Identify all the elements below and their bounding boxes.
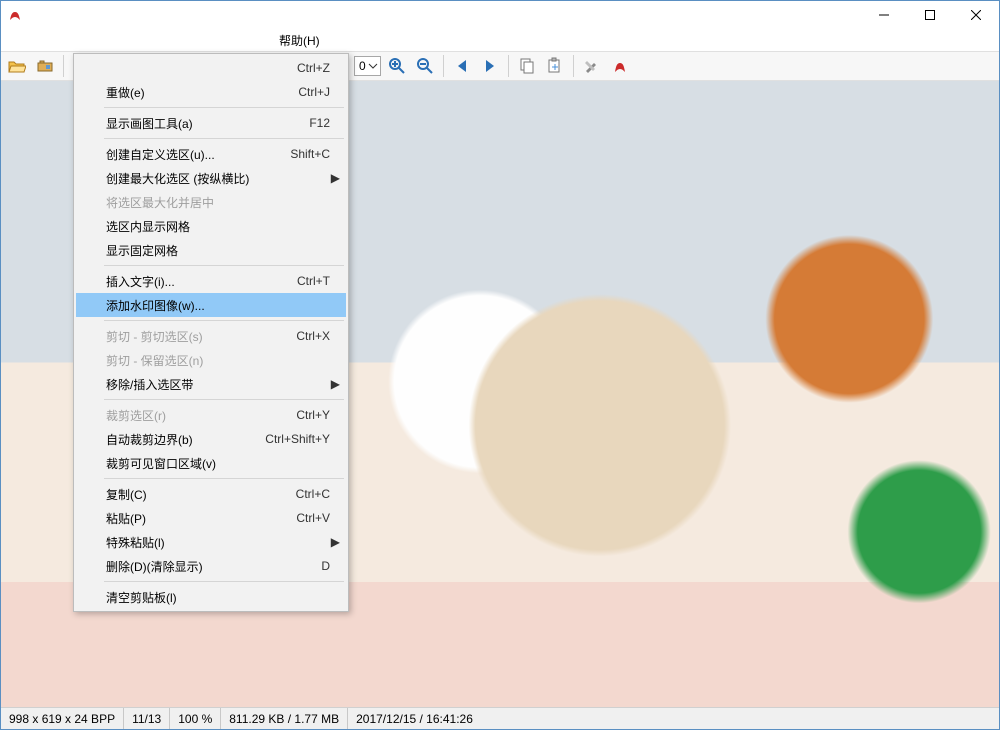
menu-item[interactable]: 选区内显示网格: [76, 214, 346, 238]
menu-item: 将选区最大化并居中: [76, 190, 346, 214]
menu-item[interactable]: 粘贴(P) Ctrl+V: [76, 506, 346, 530]
menu-item-label: 将选区最大化并居中: [106, 194, 214, 211]
menu-item-shortcut: Shift+C: [290, 147, 330, 161]
toolbar-separator: [508, 55, 509, 77]
menu-item-label: 特殊粘贴(l): [106, 534, 165, 551]
menu-separator: [104, 107, 344, 108]
menu-item: 裁剪选区(r) Ctrl+Y: [76, 403, 346, 427]
menu-separator: [104, 478, 344, 479]
close-button[interactable]: [953, 1, 999, 29]
menu-item-label: 创建自定义选区(u)...: [106, 146, 215, 163]
menu-item-label: 复制(C): [106, 486, 147, 503]
menu-item[interactable]: 自动裁剪边界(b) Ctrl+Shift+Y: [76, 427, 346, 451]
status-datetime: 2017/12/15 / 16:41:26: [348, 708, 481, 729]
menu-item-shortcut: D: [321, 559, 330, 573]
menu-item[interactable]: 裁剪可见窗口区域(v): [76, 451, 346, 475]
menu-item[interactable]: 显示固定网格: [76, 238, 346, 262]
menu-item-label: 添加水印图像(w)...: [106, 297, 205, 314]
menu-item-label: 剪切 - 保留选区(n): [106, 352, 203, 369]
zoom-value: 0: [359, 59, 366, 73]
menu-item[interactable]: 移除/插入选区带 ▶: [76, 372, 346, 396]
prev-button[interactable]: [450, 54, 474, 78]
menu-item-label: 裁剪可见窗口区域(v): [106, 455, 216, 472]
menu-item-label: 清空剪贴板(l): [106, 589, 177, 606]
menu-item-shortcut: Ctrl+Shift+Y: [265, 432, 330, 446]
menu-separator: [104, 265, 344, 266]
menu-item-shortcut: Ctrl+Y: [296, 408, 330, 422]
copy-button[interactable]: [515, 54, 539, 78]
menu-item[interactable]: 插入文字(i)... Ctrl+T: [76, 269, 346, 293]
menu-item[interactable]: 特殊粘贴(l) ▶: [76, 530, 346, 554]
menu-item-label: 剪切 - 剪切选区(s): [106, 328, 203, 345]
menu-item[interactable]: 清空剪贴板(l): [76, 585, 346, 609]
menu-item[interactable]: 显示画图工具(a) F12: [76, 111, 346, 135]
status-size: 811.29 KB / 1.77 MB: [221, 708, 348, 729]
submenu-arrow-icon: ▶: [331, 377, 340, 391]
statusbar: 998 x 619 x 24 BPP 11/13 100 % 811.29 KB…: [1, 707, 999, 729]
app-window: 帮助(H) 0: [0, 0, 1000, 730]
zoom-out-button[interactable]: [413, 54, 437, 78]
menu-separator: [104, 138, 344, 139]
menu-separator: [104, 399, 344, 400]
menu-item-label: 自动裁剪边界(b): [106, 431, 193, 448]
menubar: 帮助(H): [1, 29, 999, 51]
chevron-down-icon: [368, 61, 378, 71]
menu-help[interactable]: 帮助(H): [271, 30, 328, 51]
titlebar: [1, 1, 999, 29]
menu-item-shortcut: Ctrl+Z: [297, 61, 330, 75]
menu-item-label: 粘贴(P): [106, 510, 146, 527]
minimize-button[interactable]: [861, 1, 907, 29]
menu-item[interactable]: 创建最大化选区 (按纵横比) ▶: [76, 166, 346, 190]
toolbar-separator: [573, 55, 574, 77]
menu-item[interactable]: 添加水印图像(w)...: [76, 293, 346, 317]
menu-item[interactable]: 复制(C) Ctrl+C: [76, 482, 346, 506]
open-button[interactable]: [5, 54, 29, 78]
menu-item-label: 显示画图工具(a): [106, 115, 193, 132]
toolbar-separator: [63, 55, 64, 77]
menu-item-label: 选区内显示网格: [106, 218, 190, 235]
menu-item: 剪切 - 剪切选区(s) Ctrl+X: [76, 324, 346, 348]
window-buttons: [861, 1, 999, 29]
menu-item: 剪切 - 保留选区(n): [76, 348, 346, 372]
menu-item-label: 插入文字(i)...: [106, 273, 175, 290]
app-icon: [7, 7, 23, 23]
menu-item-shortcut: Ctrl+V: [296, 511, 330, 525]
edit-menu: Ctrl+Z 重做(e) Ctrl+J 显示画图工具(a) F12 创建自定义选区(u).…: [73, 53, 349, 612]
menu-item-shortcut: Ctrl+J: [298, 85, 330, 99]
menu-item-label: 裁剪选区(r): [106, 407, 166, 424]
maximize-button[interactable]: [907, 1, 953, 29]
menu-item[interactable]: 重做(e) Ctrl+J: [76, 80, 346, 104]
zoom-in-button[interactable]: [385, 54, 409, 78]
menu-item-shortcut: F12: [309, 116, 330, 130]
menu-item[interactable]: Ctrl+Z: [76, 56, 346, 80]
menu-item-shortcut: Ctrl+T: [297, 274, 330, 288]
settings-button[interactable]: [580, 54, 604, 78]
menu-item-label: 创建最大化选区 (按纵横比): [106, 170, 249, 187]
submenu-arrow-icon: ▶: [331, 171, 340, 185]
menu-item-shortcut: Ctrl+C: [296, 487, 330, 501]
menu-item-label: 重做(e): [106, 84, 145, 101]
paste-button[interactable]: [543, 54, 567, 78]
status-index: 11/13: [124, 708, 170, 729]
menu-item[interactable]: 删除(D)(清除显示) D: [76, 554, 346, 578]
menu-separator: [104, 320, 344, 321]
toolbar-separator: [443, 55, 444, 77]
menu-separator: [104, 581, 344, 582]
about-button[interactable]: [608, 54, 632, 78]
status-zoom: 100 %: [170, 708, 221, 729]
acquire-button[interactable]: [33, 54, 57, 78]
status-dimensions: 998 x 619 x 24 BPP: [1, 708, 124, 729]
menu-item-label: 显示固定网格: [106, 242, 178, 259]
menu-item-label: 删除(D)(清除显示): [106, 558, 203, 575]
submenu-arrow-icon: ▶: [331, 535, 340, 549]
zoom-select[interactable]: 0: [354, 56, 381, 76]
menu-item-shortcut: Ctrl+X: [296, 329, 330, 343]
menu-item-label: 移除/插入选区带: [106, 376, 193, 393]
next-button[interactable]: [478, 54, 502, 78]
menu-item[interactable]: 创建自定义选区(u)... Shift+C: [76, 142, 346, 166]
